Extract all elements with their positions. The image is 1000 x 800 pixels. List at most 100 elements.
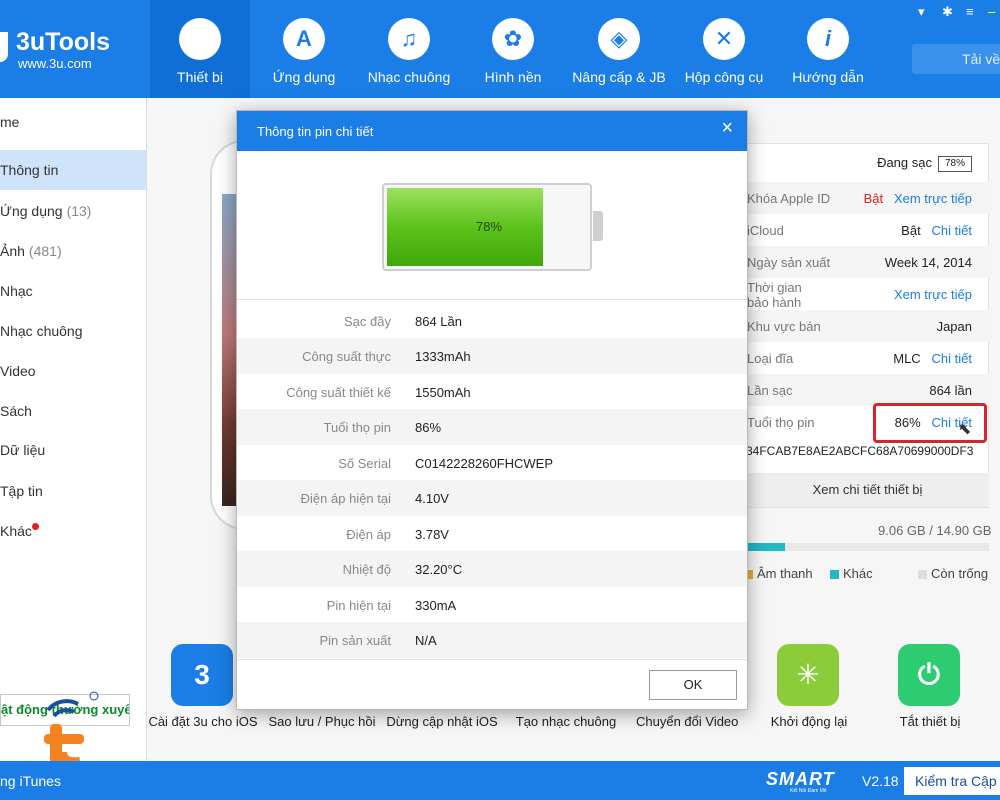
storage-bar bbox=[746, 543, 989, 551]
battery-percent: 78% bbox=[475, 219, 503, 234]
sidebar-item-thong-tin[interactable]: Thông tin bbox=[0, 150, 146, 190]
reboot-icon: ✳ bbox=[777, 644, 839, 706]
info-row-apple-id: Khóa Apple ID Bật Xem trực tiếp bbox=[747, 182, 990, 214]
tool-label: Tắt thiết bị bbox=[899, 714, 961, 729]
battery-value: C0142228260FHCWEP bbox=[415, 456, 554, 471]
bottom-bar: ng iTunes SMART Kết Nối Đam Mê V2.18 Kiể… bbox=[0, 761, 1000, 800]
sidebar-item-sach[interactable]: Sách bbox=[0, 391, 146, 431]
battery-row-manufacturer: Pin sản xuất N/A bbox=[237, 622, 747, 658]
sidebar-item-count: (481) bbox=[28, 243, 62, 259]
battery-key: Tuổi thọ pin bbox=[323, 420, 391, 435]
nav-hop-cong-cu[interactable]: ✕ Hộp công cụ bbox=[674, 0, 774, 98]
legend-swatch-icon bbox=[830, 570, 839, 580]
sidebar-item-home[interactable]: me bbox=[0, 102, 146, 142]
sidebar-item-label: Nhạc bbox=[0, 283, 33, 299]
info-value-text: Bật bbox=[863, 191, 884, 206]
box-icon: ◈ bbox=[598, 18, 640, 60]
power-icon: ⏻ bbox=[898, 644, 960, 706]
info-row-warranty: Thời gian bảo hành Xem trực tiếp bbox=[747, 278, 990, 314]
nav-nang-cap-jb[interactable]: ◈ Nâng cấp & JB bbox=[564, 0, 674, 98]
sidebar-item-ung-dung[interactable]: Ứng dụng (13) bbox=[0, 191, 146, 231]
sidebar-item-du-lieu[interactable]: Dữ liệu bbox=[0, 430, 146, 470]
tool-shutdown[interactable]: ⏻ Tắt thiết bị bbox=[878, 644, 982, 744]
info-row-manufacture-date: Ngày sản xuất Week 14, 2014 bbox=[747, 246, 990, 278]
info-value: 864 lần bbox=[929, 383, 972, 398]
info-key: Ngày sản xuất bbox=[747, 255, 831, 270]
ok-button[interactable]: OK bbox=[649, 670, 737, 700]
charging-battery-icon: 78% bbox=[937, 155, 972, 172]
top-bar: 3uTools www.3u.com Thiết bị A Ứng dụng ♫… bbox=[0, 0, 1000, 98]
sidebar: me Thông tin Ứng dụng (13) Ảnh (481) Nhạc … bbox=[0, 98, 147, 761]
storage-bar-fill bbox=[746, 543, 785, 551]
sidebar-item-tap-tin[interactable]: Tập tin bbox=[0, 471, 146, 511]
tool-label: Chuyển đổi Video bbox=[636, 714, 739, 729]
battery-key: Điện áp bbox=[346, 527, 391, 542]
sidebar-item-video[interactable]: Video bbox=[0, 351, 146, 391]
info-value: Bật Chi tiết bbox=[901, 223, 972, 238]
nav-thiet-bi[interactable]: Thiết bị bbox=[150, 0, 250, 98]
brand-watermark: SMART bbox=[766, 769, 835, 789]
charging-label: Đang sạc bbox=[877, 155, 932, 170]
sidebar-item-nhac-chuong[interactable]: Nhạc chuông bbox=[0, 311, 146, 351]
apple-icon bbox=[179, 18, 221, 60]
sidebar-item-label: Tập tin bbox=[0, 483, 43, 499]
check-update-button[interactable]: Kiểm tra Cập nhật bbox=[904, 767, 1000, 795]
legend-audio: Âm thanh bbox=[744, 566, 813, 581]
menu-icon[interactable]: ≡ bbox=[966, 4, 974, 19]
dialog-footer: OK bbox=[237, 659, 747, 709]
download-button[interactable]: Tải về bbox=[912, 44, 1000, 74]
info-link[interactable]: Chi tiết bbox=[932, 223, 972, 238]
battery-value: 330mA bbox=[415, 598, 457, 613]
sidebar-item-label: me bbox=[0, 114, 20, 130]
sidebar-item-anh[interactable]: Ảnh (481) bbox=[0, 231, 146, 271]
battery-key: Điện áp hiện tại bbox=[300, 491, 391, 506]
sidebar-item-nhac[interactable]: Nhạc bbox=[0, 271, 146, 311]
shirt-icon[interactable]: ▾ bbox=[918, 4, 925, 20]
nav-hinh-nen[interactable]: ✿ Hình nền bbox=[462, 0, 564, 98]
battery-row-current: Pin hiện tại 330mA bbox=[237, 587, 747, 623]
nav-label: Hình nền bbox=[484, 69, 542, 85]
battery-key: Số Serial bbox=[338, 456, 391, 471]
itunes-status: ng iTunes bbox=[0, 773, 61, 789]
sidebar-item-label: Khác bbox=[0, 523, 32, 539]
battery-row-design-capacity: Công suất thiết kế 1550mAh bbox=[237, 374, 747, 410]
battery-row-serial: Số Serial C0142228260FHCWEP bbox=[237, 445, 747, 481]
info-value: MLC Chi tiết bbox=[893, 351, 972, 366]
device-serial: 34FCAB7E8AE2ABCFC68A70699000DF3 bbox=[746, 444, 974, 458]
battery-key: Pin sản xuất bbox=[319, 633, 391, 648]
watermark-logo-icon bbox=[44, 691, 99, 768]
info-link[interactable]: Xem trực tiếp bbox=[894, 191, 972, 206]
battery-value: N/A bbox=[415, 633, 437, 648]
info-value: Week 14, 2014 bbox=[884, 255, 972, 270]
sidebar-item-label: Dữ liệu bbox=[0, 442, 46, 458]
nav-ung-dung[interactable]: A Ứng dụng bbox=[252, 0, 356, 98]
legend-label: Khác bbox=[843, 566, 873, 581]
logo-mark bbox=[0, 32, 8, 62]
legend-label: Âm thanh bbox=[757, 566, 813, 581]
app-url: www.3u.com bbox=[18, 56, 92, 71]
nav-label: Hộp công cụ bbox=[684, 69, 764, 85]
view-device-details-button[interactable]: Xem chi tiết thiết bị bbox=[746, 473, 989, 507]
nav-nhac-chuong[interactable]: ♫ Nhạc chuông bbox=[356, 0, 462, 98]
dialog-title: Thông tin pin chi tiết bbox=[257, 124, 374, 139]
battery-row-life: Tuổi thọ pin 86% bbox=[237, 409, 747, 445]
close-icon[interactable]: × bbox=[721, 117, 733, 140]
info-link[interactable]: Chi tiết bbox=[932, 351, 972, 366]
nav-label: Nâng cấp & JB bbox=[572, 69, 666, 85]
battery-key: Nhiệt độ bbox=[342, 562, 391, 577]
info-link[interactable]: Xem trực tiếp bbox=[894, 287, 972, 302]
battery-tip bbox=[593, 211, 603, 241]
tool-glyph: 3 bbox=[194, 659, 210, 690]
app-store-icon: A bbox=[283, 18, 325, 60]
info-value-text: Bật bbox=[901, 223, 921, 238]
tool-reboot[interactable]: ✳ Khởi động lại bbox=[756, 644, 862, 744]
legend-swatch-icon bbox=[918, 570, 927, 580]
minimize-icon[interactable]: – bbox=[988, 4, 995, 19]
three-u-icon: 3 bbox=[171, 644, 233, 706]
battery-row-temperature: Nhiệt độ 32.20°C bbox=[237, 551, 747, 587]
gear-icon[interactable]: ✱ bbox=[942, 4, 953, 20]
nav-huong-dan[interactable]: i Hướng dẫn bbox=[776, 0, 880, 98]
battery-key: Công suất thực bbox=[302, 349, 391, 364]
info-key: Khu vực bán bbox=[747, 319, 821, 334]
sidebar-item-khac[interactable]: Khác bbox=[0, 511, 146, 551]
